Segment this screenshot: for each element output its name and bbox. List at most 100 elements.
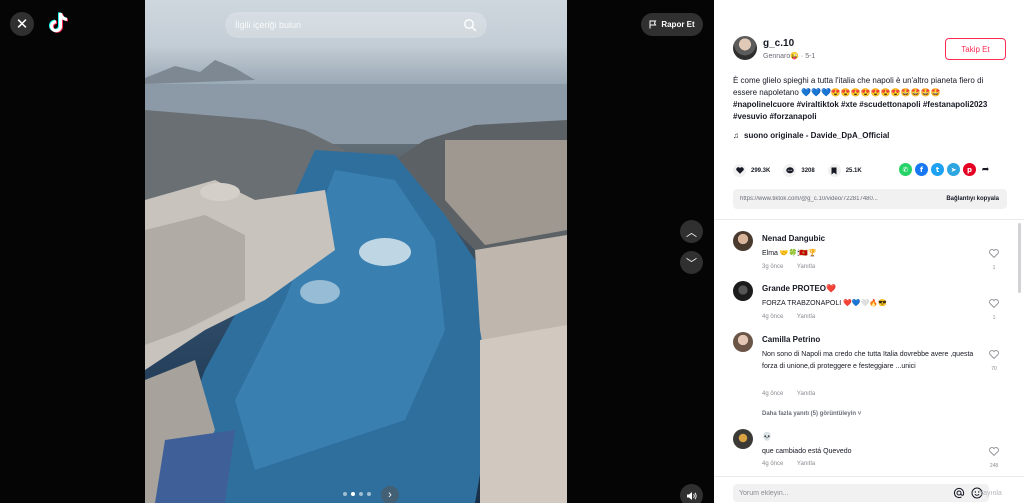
comment-compose-bar: Yayınla	[714, 476, 1024, 503]
video-search-box[interactable]	[225, 12, 487, 38]
comment-item: Nenad Dangubic Elma 🤝🍀🕯🇲🇪🏆 3g önce Yanıt…	[714, 228, 1016, 278]
details-panel: g_c.10 Gennaro😜 · 5-1 Takip Et È come gl…	[714, 0, 1024, 503]
share-link-url: https://www.tiktok.com/@g_c.10/video/722…	[740, 196, 878, 202]
comment-like-count: 248	[989, 463, 999, 469]
comment-time: 3g önce	[762, 264, 784, 270]
comment-like-count: 1	[992, 315, 996, 321]
copy-link-button[interactable]: Bağlantıyı kopyala	[938, 196, 1007, 202]
video-thumbnail	[145, 60, 567, 503]
mention-icon[interactable]	[953, 487, 965, 499]
commenter-name[interactable]: Nenad Dangubic	[762, 234, 825, 243]
next-slide-button[interactable]: ›	[381, 486, 399, 503]
bookmark-icon	[827, 164, 841, 177]
comment-time: 4g önce	[762, 391, 784, 397]
comment-time: 4g önce	[762, 314, 784, 320]
comment-item: Grande PROTEO❤️ FORZA TRABZONAPOLI ❤️💙🤍🔥…	[714, 278, 1016, 329]
chevron-down-icon: ﹀	[686, 257, 697, 270]
video-area: ✕ İlgili içeriği bulun › Rapor Et ︿ ﹀	[0, 0, 714, 503]
comment-like-count: 1	[992, 265, 996, 271]
comments-scrollbar[interactable]	[1018, 223, 1021, 293]
action-bar: 299.3K 3208 25.1K	[733, 164, 875, 177]
telegram-icon[interactable]: ➤	[947, 163, 960, 176]
comment-like[interactable]: 70	[986, 346, 1002, 372]
facebook-icon[interactable]: f	[915, 163, 928, 176]
reply-link[interactable]: Yanıtla	[797, 264, 815, 270]
video-search-input[interactable]	[235, 20, 463, 30]
close-icon: ✕	[15, 15, 29, 33]
report-button[interactable]: Rapor Et	[641, 13, 703, 36]
follow-button[interactable]: Takip Et	[945, 38, 1006, 60]
comment-input[interactable]	[739, 489, 947, 497]
comment-like[interactable]: 1	[986, 245, 1002, 271]
commenter-avatar[interactable]	[733, 429, 753, 449]
chevron-right-icon: ›	[388, 489, 392, 501]
close-button[interactable]: ✕	[10, 12, 34, 36]
slide-dot	[359, 492, 363, 496]
next-video-button[interactable]: ﹀	[680, 251, 703, 274]
like-action[interactable]: 299.3K	[733, 164, 770, 177]
comment-like-count: 70	[991, 366, 997, 372]
comment-meta: 3g önce Yanıtla	[762, 264, 827, 270]
comment-bubble-icon	[783, 164, 797, 177]
comment-count: 3208	[801, 167, 815, 174]
music-title: suono originale - Davide_DpA_Official	[744, 131, 890, 140]
comment-meta: 4g önce Yanıtla	[762, 314, 827, 320]
view-more-replies-label: Daha fazla yanıtı (5) görüntüleyin	[762, 411, 857, 417]
commenter-name[interactable]: 💀	[762, 432, 772, 441]
author-subline: Gennaro😜 · 5-1	[763, 53, 816, 60]
chevron-down-small-icon: ˅	[857, 411, 862, 417]
comment-time: 4g önce	[762, 461, 784, 467]
comment-text: Non sono di Napoli ma credo che tutta It…	[762, 351, 974, 370]
music-link[interactable]: ♫ suono originale - Davide_DpA_Official	[733, 131, 889, 140]
heart-outline-icon	[989, 350, 999, 360]
previous-video-button[interactable]: ︿	[680, 220, 703, 243]
reply-link[interactable]: Yanıtla	[797, 461, 815, 467]
twitter-icon[interactable]: t	[931, 163, 944, 176]
volume-button[interactable]	[680, 484, 703, 503]
comment-input-wrap	[733, 484, 989, 502]
comment-meta: 4g önce Yanıtla	[762, 391, 827, 397]
author-username[interactable]: g_c.10	[763, 38, 794, 49]
comment-item: Camilla Petrino Non sono di Napoli ma cr…	[714, 329, 1016, 426]
author-nickname: Gennaro😜	[763, 53, 799, 60]
share-icons: ✆ f t ➤ p ➦	[899, 163, 992, 176]
reply-link[interactable]: Yanıtla	[797, 314, 815, 320]
comment-text: Elma 🤝🍀🕯🇲🇪🏆	[762, 250, 817, 257]
search-icon[interactable]	[463, 18, 477, 32]
save-action[interactable]: 25.1K	[827, 164, 862, 177]
view-more-replies[interactable]: Daha fazla yanıtı (5) görüntüleyin ˅	[762, 411, 861, 417]
save-count: 25.1K	[845, 167, 862, 174]
comment-like[interactable]: 1	[986, 295, 1002, 321]
share-link-box: https://www.tiktok.com/@g_c.10/video/722…	[733, 189, 1007, 209]
speaker-icon	[686, 491, 697, 500]
video-hashtags[interactable]: #napolinelcuore #viraltiktok #xte #scude…	[733, 99, 995, 123]
video-player[interactable]: ›	[145, 0, 567, 503]
flag-icon	[649, 20, 657, 29]
comment-like[interactable]: 248	[986, 443, 1002, 469]
commenter-name[interactable]: Camilla Petrino	[762, 335, 820, 344]
video-caption: È come glielo spieghi a tutta l'italia c…	[733, 76, 984, 97]
post-comment-button[interactable]: Yayınla	[979, 490, 1002, 497]
comment-meta: 4g önce Yanıtla	[762, 461, 827, 467]
music-note-icon: ♫	[733, 131, 739, 140]
comment-list: Nenad Dangubic Elma 🤝🍀🕯🇲🇪🏆 3g önce Yanıt…	[714, 228, 1016, 476]
commenter-name[interactable]: Grande PROTEO❤️	[762, 284, 836, 293]
share-arrow-icon[interactable]: ➦	[979, 163, 992, 176]
reply-link[interactable]: Yanıtla	[797, 391, 815, 397]
comment-item: 💀 que cambiado está Quevedo 4g önce Yanı…	[714, 426, 1016, 476]
commenter-avatar[interactable]	[733, 281, 753, 301]
heart-outline-icon	[989, 447, 999, 457]
heart-outline-icon	[989, 299, 999, 309]
chevron-up-icon: ︿	[686, 226, 697, 239]
author-avatar[interactable]	[733, 36, 757, 60]
whatsapp-icon[interactable]: ✆	[899, 163, 912, 176]
comment-action[interactable]: 3208	[783, 164, 815, 177]
commenter-avatar[interactable]	[733, 231, 753, 251]
pinterest-icon[interactable]: p	[963, 163, 976, 176]
slide-dot	[367, 492, 371, 496]
slide-indicator	[343, 492, 371, 496]
slide-dot	[343, 492, 347, 496]
report-label: Rapor Et	[661, 20, 695, 29]
tiktok-logo-icon[interactable]	[47, 11, 69, 35]
commenter-avatar[interactable]	[733, 332, 753, 352]
